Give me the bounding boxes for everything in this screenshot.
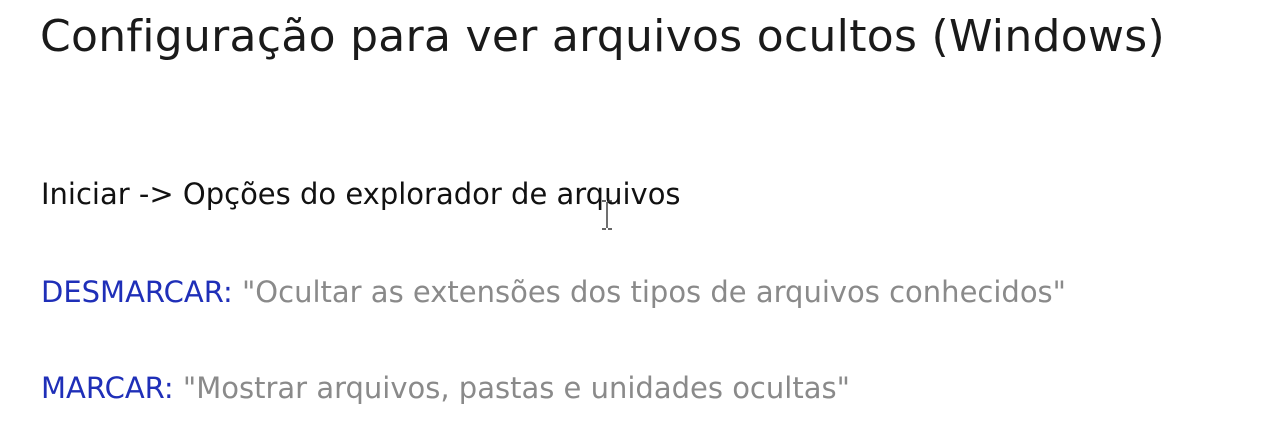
check-instruction: MARCAR: "Mostrar arquivos, pastas e unid…	[41, 368, 850, 408]
text-ibeam-cursor-icon	[602, 200, 612, 230]
uncheck-instruction: DESMARCAR: "Ocultar as extensões dos tip…	[41, 272, 1066, 312]
check-label: MARCAR:	[41, 371, 174, 405]
slide-title: Configuração para ver arquivos ocultos (…	[40, 11, 1165, 62]
navigation-path: Iniciar -> Opções do explorador de arqui…	[41, 177, 681, 211]
check-option-text: "Mostrar arquivos, pastas e unidades ocu…	[182, 371, 850, 405]
uncheck-option-text: "Ocultar as extensões dos tipos de arqui…	[241, 275, 1067, 309]
slide: Configuração para ver arquivos ocultos (…	[0, 0, 1262, 440]
uncheck-label: DESMARCAR:	[41, 275, 233, 309]
